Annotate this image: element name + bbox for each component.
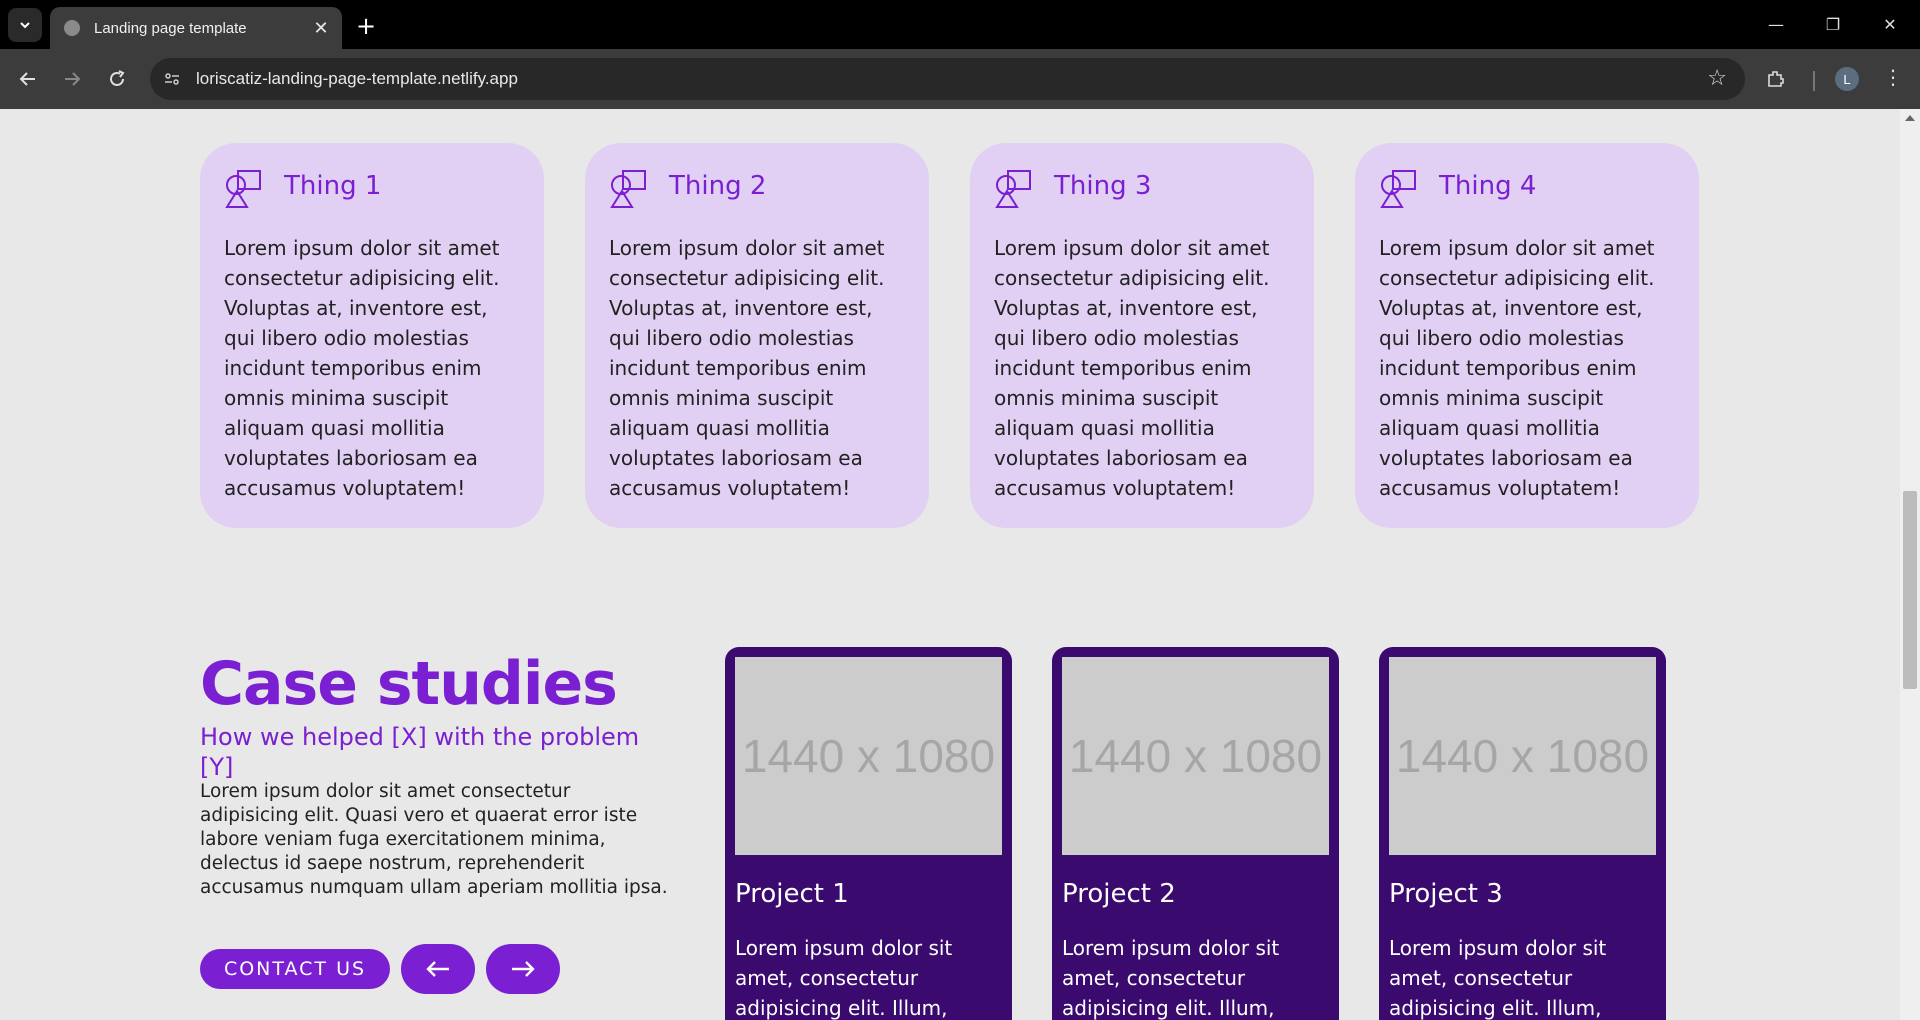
case-studies-title: Case studies <box>200 649 618 719</box>
forward-button[interactable] <box>54 61 90 97</box>
restore-icon[interactable]: ❐ <box>1815 8 1851 40</box>
arrow-left-icon <box>19 72 35 86</box>
tab-strip: Landing page template ✕ + — ❐ ✕ <box>0 0 1920 49</box>
thing-card: Thing 1 Lorem ipsum dolor sit amet conse… <box>200 143 544 528</box>
arrow-left-icon <box>426 961 449 977</box>
more-menu-icon[interactable]: ⋮ <box>1883 65 1903 89</box>
scroll-up-arrow-icon[interactable] <box>1905 115 1915 121</box>
back-button[interactable] <box>10 61 46 97</box>
url-text: loriscatiz-landing-page-template.netlify… <box>196 69 518 88</box>
reload-button[interactable] <box>99 61 135 97</box>
project-card[interactable]: 1440 x 1080 Project 2 Lorem ipsum dolor … <box>1052 647 1339 1020</box>
project-title: Project 3 <box>1389 879 1503 909</box>
address-bar[interactable]: loriscatiz-landing-page-template.netlify… <box>150 58 1745 100</box>
thing-title: Thing 2 <box>669 171 767 201</box>
shapes-icon <box>610 170 646 208</box>
project-body: Lorem ipsum dolor sit amet, consectetur … <box>1062 936 1280 1020</box>
thing-body: Lorem ipsum dolor sit amet consectetur a… <box>1379 236 1655 500</box>
case-studies-body: Lorem ipsum dolor sit amet consectetur a… <box>200 781 668 898</box>
project-image-placeholder: 1440 x 1080 <box>735 657 1002 855</box>
shapes-icon <box>225 170 261 208</box>
project-title: Project 2 <box>1062 879 1176 909</box>
thing-card: Thing 3 Lorem ipsum dolor sit amet conse… <box>970 143 1314 528</box>
thing-title: Thing 1 <box>284 171 382 201</box>
site-info-icon[interactable] <box>164 71 180 87</box>
scrollbar-thumb[interactable] <box>1903 491 1917 689</box>
project-body: Lorem ipsum dolor sit amet, consectetur … <box>1389 936 1607 1020</box>
project-card[interactable]: 1440 x 1080 Project 1 Lorem ipsum dolor … <box>725 647 1012 1020</box>
profile-avatar[interactable]: L <box>1835 67 1859 91</box>
arrow-right-icon <box>512 961 535 977</box>
carousel-prev-button[interactable] <box>401 944 475 994</box>
toolbar: loriscatiz-landing-page-template.netlify… <box>0 49 1920 109</box>
bookmark-star-icon[interactable]: ☆ <box>1707 66 1727 91</box>
carousel-next-button[interactable] <box>486 944 560 994</box>
extensions-icon[interactable] <box>1766 69 1786 89</box>
chevron-down-icon <box>20 22 30 29</box>
project-image-placeholder: 1440 x 1080 <box>1389 657 1656 855</box>
tab-search-button[interactable] <box>8 8 42 42</box>
thing-body: Lorem ipsum dolor sit amet consectetur a… <box>224 236 500 500</box>
toolbar-divider <box>1813 71 1815 91</box>
case-studies-subtitle: How we helped [X] with the problem [Y] <box>200 723 640 781</box>
new-tab-button[interactable]: + <box>352 12 380 40</box>
project-title: Project 1 <box>735 879 849 909</box>
vertical-scrollbar[interactable] <box>1900 109 1920 1020</box>
project-card[interactable]: 1440 x 1080 Project 3 Lorem ipsum dolor … <box>1379 647 1666 1020</box>
browser-tab[interactable]: Landing page template ✕ <box>50 7 342 49</box>
close-tab-icon[interactable]: ✕ <box>310 17 332 39</box>
page-viewport: Thing 1 Lorem ipsum dolor sit amet conse… <box>0 109 1900 1020</box>
thing-title: Thing 4 <box>1439 171 1537 201</box>
thing-body: Lorem ipsum dolor sit amet consectetur a… <box>994 236 1270 500</box>
shapes-icon <box>1380 170 1416 208</box>
thing-title: Thing 3 <box>1054 171 1152 201</box>
thing-card: Thing 2 Lorem ipsum dolor sit amet conse… <box>585 143 929 528</box>
globe-icon <box>64 20 80 36</box>
reload-icon <box>110 70 125 86</box>
shapes-icon <box>995 170 1031 208</box>
contact-us-button[interactable]: CONTACT US <box>200 949 390 989</box>
minimize-icon[interactable]: — <box>1758 8 1794 40</box>
arrow-right-icon <box>65 72 81 86</box>
project-image-placeholder: 1440 x 1080 <box>1062 657 1329 855</box>
thing-card: Thing 4 Lorem ipsum dolor sit amet conse… <box>1355 143 1699 528</box>
thing-body: Lorem ipsum dolor sit amet consectetur a… <box>609 236 885 500</box>
project-body: Lorem ipsum dolor sit amet, consectetur … <box>735 936 953 1020</box>
close-window-icon[interactable]: ✕ <box>1872 8 1908 40</box>
tab-title: Landing page template <box>94 19 247 37</box>
